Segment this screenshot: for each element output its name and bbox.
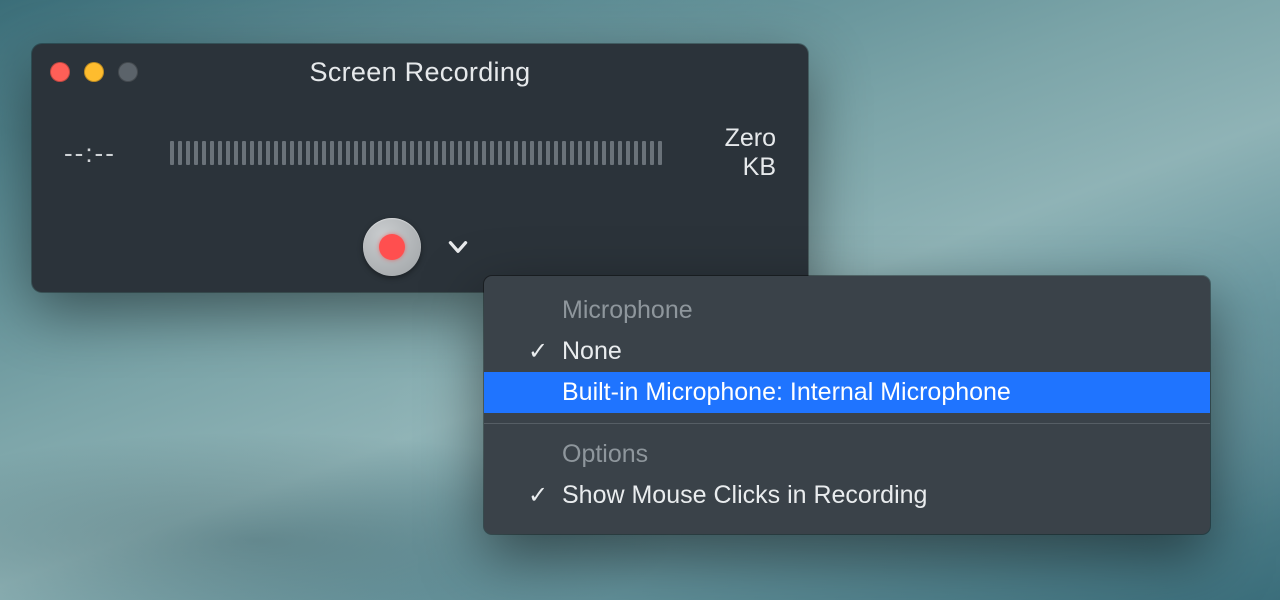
- zoom-window-button[interactable]: [118, 62, 138, 82]
- controls-row: [32, 218, 808, 276]
- menu-item-label: Built-in Microphone: Internal Microphone: [562, 378, 1011, 407]
- window-title: Screen Recording: [32, 57, 808, 88]
- options-dropdown-button[interactable]: [439, 228, 477, 266]
- window-controls: [50, 62, 138, 82]
- close-window-button[interactable]: [50, 62, 70, 82]
- audio-level-meter: [170, 138, 662, 168]
- elapsed-time: --:--: [64, 138, 146, 169]
- record-icon: [379, 234, 405, 260]
- menu-item-show-clicks[interactable]: ✓ Show Mouse Clicks in Recording: [484, 475, 1210, 516]
- menu-section-microphone: Microphone: [484, 290, 1210, 331]
- checkmark-icon: ✓: [514, 481, 562, 510]
- menu-section-options: Options: [484, 434, 1210, 475]
- screen-recording-window: Screen Recording --:-- Zero KB: [32, 44, 808, 292]
- chevron-down-icon: [445, 234, 471, 260]
- menu-separator: [484, 423, 1210, 424]
- options-menu: Microphone ✓ None Built-in Microphone: I…: [484, 276, 1210, 534]
- status-row: --:-- Zero KB: [32, 124, 808, 182]
- checkmark-icon: ✓: [514, 337, 562, 366]
- file-size: Zero KB: [686, 124, 776, 182]
- menu-item-mic-none[interactable]: ✓ None: [484, 331, 1210, 372]
- record-button[interactable]: [363, 218, 421, 276]
- menu-item-label: None: [562, 337, 622, 366]
- menu-item-mic-builtin[interactable]: Built-in Microphone: Internal Microphone: [484, 372, 1210, 413]
- menu-item-label: Show Mouse Clicks in Recording: [562, 481, 927, 510]
- minimize-window-button[interactable]: [84, 62, 104, 82]
- titlebar: Screen Recording: [32, 44, 808, 100]
